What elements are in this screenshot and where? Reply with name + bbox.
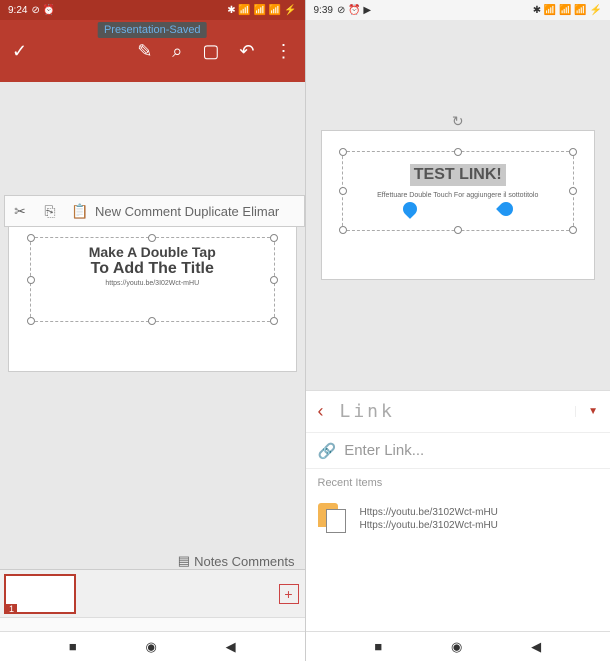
status-bar: 9:39 ⊘ ⏰ ▶ ✱ 📶 📶 📶 ⚡	[306, 0, 610, 20]
handle-ml[interactable]	[27, 276, 35, 284]
canvas-left[interactable]: ✂ ⎘ 📋 New Comment Duplicate Elimar Make …	[0, 82, 305, 661]
rotate-handle-icon[interactable]: ↻	[452, 113, 464, 130]
selection-handle-right[interactable]	[496, 199, 516, 219]
confirm-icon[interactable]: ✓	[12, 41, 27, 62]
nav-recent-icon[interactable]: ■	[69, 639, 77, 654]
handle-tc[interactable]	[454, 148, 462, 156]
handle-mr[interactable]	[569, 187, 577, 195]
add-slide-button[interactable]: +	[279, 584, 299, 604]
pen-icon[interactable]: ✎	[137, 41, 152, 62]
handle-bl[interactable]	[339, 226, 347, 234]
highlighted-text[interactable]: TEST LINK!	[410, 164, 506, 186]
nav-back-icon[interactable]: ◀	[531, 639, 541, 655]
title-textbox[interactable]: TEST LINK! Effettuare Double Touch For a…	[342, 151, 575, 231]
nav-bar: ■ ◉ ◀	[0, 631, 305, 661]
slide-url: https://youtu.be/3I02Wct-mHU	[37, 280, 268, 287]
link-input[interactable]: 🔗 Enter Link...	[306, 433, 610, 469]
handle-tl[interactable]	[27, 234, 35, 242]
title-line2: To Add The Title	[37, 260, 268, 278]
context-new-comment[interactable]: New Comment Duplicate Elimar	[95, 204, 279, 219]
handle-tr[interactable]	[270, 234, 278, 242]
canvas-right[interactable]: ↻ TEST LINK! Effettuare Double Touch For…	[306, 20, 610, 661]
toolbar: Presentation-Saved ✓ ✎ ⌕ ▢ ↶ ⋮	[0, 20, 305, 82]
search-icon[interactable]: ⌕	[172, 41, 182, 62]
handle-br[interactable]	[569, 226, 577, 234]
context-menu: ✂ ⎘ 📋 New Comment Duplicate Elimar	[4, 195, 305, 227]
handle-tc[interactable]	[148, 234, 156, 242]
alarm-icon: ⊘ ⏰	[31, 5, 55, 16]
status-right-icons: ✱ 📶 📶 📶 ⚡	[227, 5, 296, 16]
thumbnail-strip: 1 +	[0, 569, 305, 617]
handle-mr[interactable]	[270, 276, 278, 284]
nav-recent-icon[interactable]: ■	[374, 639, 382, 654]
clipboard-icon	[318, 503, 350, 535]
handle-bc[interactable]	[454, 226, 462, 234]
recent-items-label: Recent Items	[306, 469, 610, 497]
handle-bl[interactable]	[27, 317, 35, 325]
saved-message: Presentation-Saved	[98, 22, 207, 38]
nav-bar: ■ ◉ ◀	[306, 631, 610, 661]
alarm-icon: ⊘ ⏰ ▶	[337, 5, 371, 16]
undo-icon[interactable]: ↶	[239, 41, 254, 62]
thumb-number: 1	[6, 604, 17, 614]
handle-tr[interactable]	[569, 148, 577, 156]
cut-icon[interactable]: ✂	[5, 203, 35, 220]
copy-icon[interactable]: ⎘	[35, 203, 65, 220]
link-header: ‹ Link ▼	[306, 391, 610, 433]
selection-handle-left[interactable]	[400, 199, 420, 219]
slide[interactable]: ↻ TEST LINK! Effettuare Double Touch For…	[321, 130, 596, 280]
title-line1: Make A Double Tap	[37, 244, 268, 260]
status-bar: 9:24 ⊘ ⏰ ✱ 📶 📶 📶 ⚡	[0, 0, 305, 20]
status-right-icons: ✱ 📶 📶 📶 ⚡	[533, 5, 602, 16]
present-icon[interactable]: ▢	[202, 41, 219, 62]
link-icon: 🔗	[318, 442, 337, 460]
handle-ml[interactable]	[339, 187, 347, 195]
handle-br[interactable]	[270, 317, 278, 325]
nav-home-icon[interactable]: ◉	[451, 639, 462, 655]
status-time: 9:24	[8, 5, 27, 16]
nav-back-icon[interactable]: ◀	[226, 639, 236, 655]
more-icon[interactable]: ⋮	[275, 41, 293, 62]
link-panel-title: Link	[340, 401, 576, 422]
link-placeholder: Enter Link...	[344, 442, 424, 459]
nav-home-icon[interactable]: ◉	[145, 639, 156, 655]
status-time: 9:39	[314, 5, 333, 16]
notes-button[interactable]: ▤ Notes Comments	[178, 553, 295, 569]
title-textbox[interactable]: Make A Double Tap To Add The Title https…	[30, 237, 275, 322]
recent-url-text: Https://youtu.be/3102Wct-mHU Https://you…	[360, 506, 498, 532]
subtitle-text: Effettuare Double Touch For aggiungere i…	[349, 192, 568, 199]
recent-item[interactable]: Https://youtu.be/3102Wct-mHU Https://you…	[306, 497, 610, 541]
back-icon[interactable]: ‹	[318, 401, 324, 422]
dropdown-icon[interactable]: ▼	[575, 406, 598, 417]
paste-icon[interactable]: 📋	[65, 203, 95, 220]
slide-thumbnail[interactable]: 1	[4, 574, 76, 614]
handle-tl[interactable]	[339, 148, 347, 156]
link-panel: ‹ Link ▼ 🔗 Enter Link... Recent Items Ht…	[306, 390, 610, 661]
notes-icon: ▤	[178, 553, 190, 569]
